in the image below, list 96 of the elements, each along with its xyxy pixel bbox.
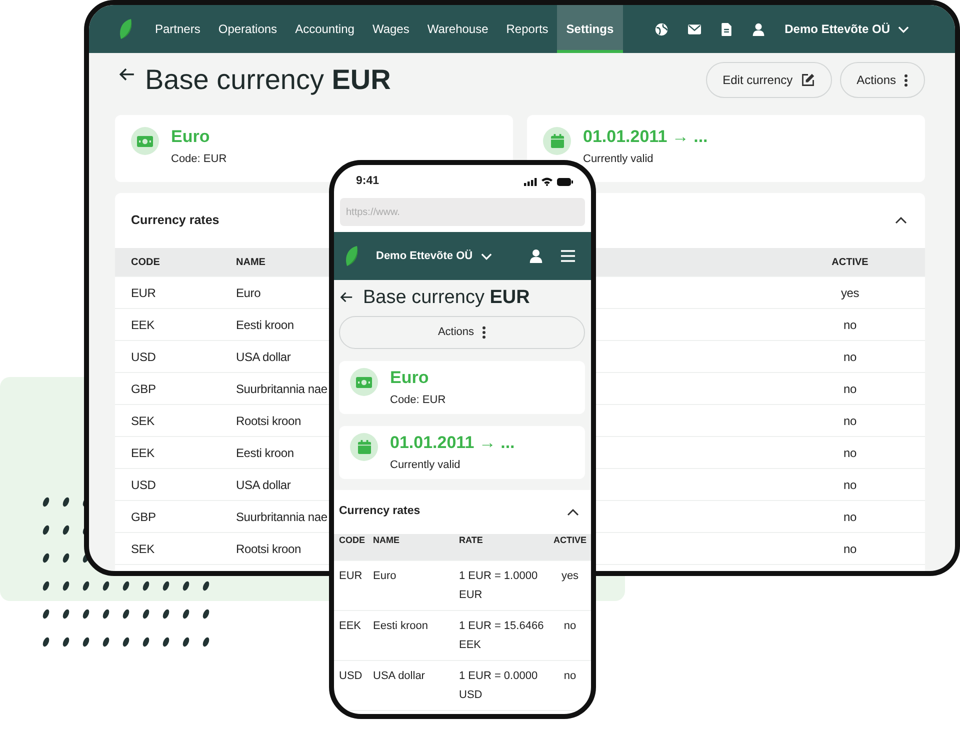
nav-tab[interactable]: Partners xyxy=(146,5,210,53)
table-cell-text: no xyxy=(842,508,858,526)
chevron-down-icon[interactable] xyxy=(898,26,909,32)
card-subtitle: Currently valid xyxy=(583,152,654,167)
table-cell-text: Eesti kroon xyxy=(373,619,430,634)
table-cell-text: EEK xyxy=(339,619,362,634)
back-arrow-icon[interactable] xyxy=(340,292,353,302)
table-cell-text: 1 EUR = 1.0000 EUR xyxy=(459,569,539,603)
table-cell-text: no xyxy=(842,412,858,430)
card-title: Euro xyxy=(171,127,211,147)
mail-icon[interactable] xyxy=(688,24,701,34)
leaf-logo-icon[interactable] xyxy=(344,246,360,266)
card-subtitle: Code: EUR xyxy=(171,152,227,167)
card-title: 01.01.2011 → ... xyxy=(583,127,708,147)
table-cell-text: Eesti kroon xyxy=(236,444,295,462)
table-cell-text: no xyxy=(842,540,858,558)
edit-icon xyxy=(800,73,815,87)
card-title: Euro xyxy=(390,368,430,388)
calendar-icon xyxy=(550,134,564,148)
url-field[interactable]: https://www. xyxy=(340,198,585,226)
table-cell-text: USA dollar xyxy=(236,476,292,494)
table-cell-text: Rootsi kroon xyxy=(236,540,302,558)
nav-tab[interactable]: Reports xyxy=(497,5,558,53)
table-cell-text: USA dollar xyxy=(236,348,292,366)
back-arrow-icon[interactable] xyxy=(119,68,135,81)
table-cell-text: Rootsi kroon xyxy=(236,412,302,430)
table-cell-text: GBP xyxy=(131,508,157,526)
calendar-icon xyxy=(358,440,370,454)
card-subtitle: Code: EUR xyxy=(390,393,446,408)
globe-icon[interactable] xyxy=(654,22,668,36)
table-cell-text: USD xyxy=(131,348,157,366)
table-cell-text: yes xyxy=(560,569,580,584)
action-button[interactable]: Edit currency xyxy=(706,62,832,98)
leaf-logo-icon[interactable] xyxy=(118,19,134,39)
table-cell-text: no xyxy=(842,316,858,334)
chevron-down-icon[interactable] xyxy=(480,252,492,260)
table-cell-text: USD xyxy=(339,669,364,684)
table-cell-text: yes xyxy=(840,284,860,302)
action-button[interactable]: Actions xyxy=(339,316,585,349)
page-title: Base currency EUR xyxy=(145,66,391,94)
chevron-up-icon[interactable] xyxy=(895,217,907,224)
column-header: NAME xyxy=(373,534,400,547)
table-cell-text: EUR xyxy=(339,569,364,584)
table-cell-text: USD xyxy=(131,476,157,494)
column-header: ACTIVE xyxy=(830,256,870,270)
card-subtitle: Currently valid xyxy=(390,458,462,473)
chevron-up-icon[interactable] xyxy=(567,508,579,516)
table-cell-text: Euro xyxy=(373,569,398,584)
table-cell-text: 1 EUR = 15.6466 EEK xyxy=(459,619,545,653)
signal-icon xyxy=(524,178,537,186)
money-icon xyxy=(356,376,372,388)
table-cell-text: Eesti kroon xyxy=(236,316,295,334)
table-cell-text: no xyxy=(562,669,578,684)
table-cell-text: SEK xyxy=(131,412,156,430)
column-header: ACTIVE xyxy=(552,534,588,547)
column-header: CODE xyxy=(131,256,161,270)
table-cell-text: no xyxy=(842,444,858,462)
document-icon[interactable] xyxy=(720,22,732,36)
nav-tab[interactable]: Operations xyxy=(209,5,286,53)
battery-icon xyxy=(557,178,573,186)
company-menu[interactable]: Demo Ettevõte OÜ xyxy=(784,20,909,38)
nav-tab[interactable]: Warehouse xyxy=(418,5,498,53)
nav-tab[interactable]: Settings xyxy=(557,5,623,53)
column-header: CODE xyxy=(339,534,366,547)
section-title: Currency rates xyxy=(131,212,220,230)
table-cell-text: no xyxy=(842,348,858,366)
table-cell-text: EEK xyxy=(131,444,156,462)
table-cell-text: Suurbritannia nae xyxy=(236,380,328,398)
table-cell-text: USA dollar xyxy=(373,669,426,684)
table-cell-text: EEK xyxy=(131,316,156,334)
company-menu[interactable]: Demo Ettevõte OÜ xyxy=(376,248,492,264)
more-vertical-icon xyxy=(904,74,908,86)
section-title: Currency rates xyxy=(339,504,420,520)
status-time: 9:41 xyxy=(356,174,380,189)
table-cell-text: 1 EUR = 0.0000 USD xyxy=(459,669,539,703)
table-cell-text: no xyxy=(842,476,858,494)
more-vertical-icon xyxy=(482,326,486,339)
money-icon xyxy=(137,136,153,146)
page-title: Base currency EUR xyxy=(363,288,530,306)
wifi-icon xyxy=(541,177,553,186)
nav-tab[interactable]: Wages xyxy=(363,5,418,53)
table-cell-text: no xyxy=(842,380,858,398)
action-button[interactable]: Actions xyxy=(840,62,925,98)
table-cell-text: EUR xyxy=(131,284,157,302)
table-cell-text: Euro xyxy=(236,284,262,302)
column-header: NAME xyxy=(236,256,266,270)
table-cell-text: SEK xyxy=(131,540,156,558)
menu-icon[interactable] xyxy=(561,250,575,262)
card-title: 01.01.2011 → ... xyxy=(390,433,515,453)
table-cell-text: no xyxy=(562,619,578,634)
table-cell-text: GBP xyxy=(131,380,157,398)
user-icon[interactable] xyxy=(529,249,543,263)
nav-tab[interactable]: Accounting xyxy=(286,5,364,53)
user-icon[interactable] xyxy=(752,22,765,36)
column-header: RATE xyxy=(459,534,484,547)
table-cell-text: Suurbritannia nae xyxy=(236,508,328,526)
